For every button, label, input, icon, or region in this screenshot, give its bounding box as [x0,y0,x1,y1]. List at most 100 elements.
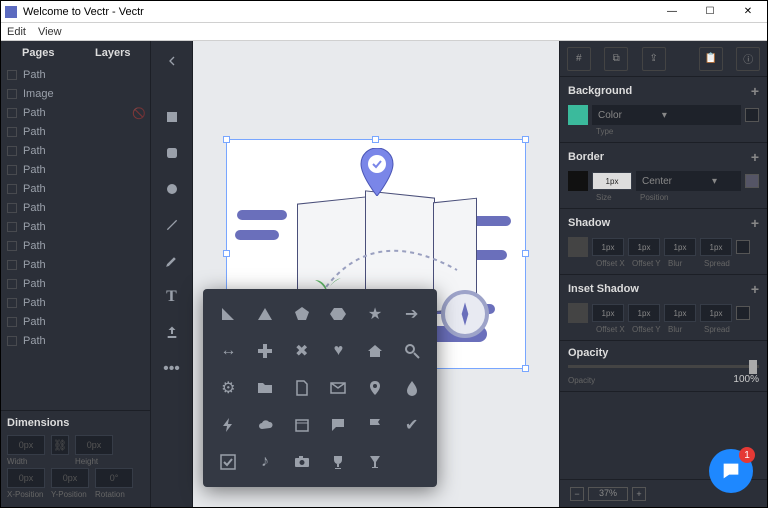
shape-checkbox-icon[interactable] [211,444,246,479]
shape-hexagon-icon[interactable] [321,297,356,332]
shape-music-icon[interactable]: ♪ [248,444,283,479]
maximize-button[interactable]: ☐ [691,1,729,22]
shape-pin-icon[interactable] [358,371,393,406]
shape-calendar-icon[interactable] [284,407,319,442]
shape-x-icon[interactable]: ✖ [284,334,319,369]
shape-trophy-icon[interactable] [321,444,356,479]
layer-item[interactable]: Path [1,179,150,198]
handle-tm[interactable] [372,136,379,143]
inset-ox[interactable]: 1px [592,304,624,322]
chat-button[interactable]: 1 [709,449,753,493]
menu-edit[interactable]: Edit [7,26,26,38]
menu-view[interactable]: View [38,26,62,38]
shadow-enable-check[interactable] [736,240,750,254]
shape-flag-icon[interactable] [358,407,393,442]
layer-item[interactable]: Path [1,255,150,274]
zoom-out-button[interactable]: − [570,487,584,501]
handle-br[interactable] [522,365,529,372]
layer-item[interactable]: Path [1,141,150,160]
layer-item[interactable]: Path [1,274,150,293]
clipboard-tool-icon[interactable]: 📋 [699,47,723,71]
shape-right-triangle-icon[interactable] [211,297,246,332]
height-input[interactable]: 0px [75,435,113,455]
shadow-color-swatch[interactable] [568,237,588,257]
shape-gear-icon[interactable]: ⚙ [211,371,246,406]
handle-tl[interactable] [223,136,230,143]
border-size-input[interactable]: 1px [592,172,632,190]
layer-item[interactable]: Path [1,236,150,255]
add-background-button[interactable]: + [751,83,759,99]
shape-home-icon[interactable] [358,334,393,369]
zoom-in-button[interactable]: + [632,487,646,501]
shape-pentagon-icon[interactable] [284,297,319,332]
ellipse-tool[interactable] [160,177,184,201]
inset-color-swatch[interactable] [568,303,588,323]
export-tool-icon[interactable]: ⇪ [642,47,666,71]
shape-heart-icon[interactable]: ♥ [321,334,356,369]
shape-glass-icon[interactable] [358,444,393,479]
shape-drop-icon[interactable] [394,371,429,406]
layer-item[interactable]: Image [1,84,150,103]
shape-cloud-icon[interactable] [248,407,283,442]
layer-item[interactable]: Path [1,198,150,217]
bg-type-select[interactable]: Color▾ [592,105,741,125]
layer-item[interactable]: Path [1,122,150,141]
text-tool[interactable]: T [160,285,184,309]
shadow-blur[interactable]: 1px [664,238,696,256]
layer-item[interactable]: Path [1,160,150,179]
inset-enable-check[interactable] [736,306,750,320]
border-enable-check[interactable] [745,174,759,188]
shape-arrow-right-icon[interactable]: ➔ [394,297,429,332]
shape-arrows-h-icon[interactable]: ↔ [211,334,246,369]
shadow-spread[interactable]: 1px [700,238,732,256]
back-button[interactable] [160,49,184,73]
shape-star-icon[interactable]: ★ [358,297,393,332]
bg-enable-check[interactable] [745,108,759,122]
add-shadow-button[interactable]: + [751,215,759,231]
border-color-swatch[interactable] [568,171,588,191]
shape-chat-icon[interactable] [321,407,356,442]
snap-tool-icon[interactable]: # [567,47,591,71]
shape-document-icon[interactable] [284,371,319,406]
visibility-off-icon[interactable]: 🚫 [132,107,144,119]
shadow-ox[interactable]: 1px [592,238,624,256]
y-input[interactable]: 0px [51,468,89,488]
handle-mr[interactable] [522,250,529,257]
add-inset-button[interactable]: + [751,281,759,297]
layer-item[interactable]: Path [1,65,150,84]
shape-mail-icon[interactable] [321,371,356,406]
handle-tr[interactable] [522,136,529,143]
minimize-button[interactable]: — [653,1,691,22]
add-border-button[interactable]: + [751,149,759,165]
zoom-value[interactable]: 37% [588,487,628,501]
shape-folder-icon[interactable] [248,371,283,406]
layer-item[interactable]: Path [1,312,150,331]
inset-oy[interactable]: 1px [628,304,660,322]
rounded-rect-tool[interactable] [160,141,184,165]
tab-layers[interactable]: Layers [76,42,151,64]
x-input[interactable]: 0px [7,468,45,488]
pen-tool[interactable] [160,249,184,273]
close-button[interactable]: ✕ [729,1,767,22]
layer-item[interactable]: Path [1,331,150,350]
shadow-oy[interactable]: 1px [628,238,660,256]
shape-triangle-icon[interactable] [248,297,283,332]
layer-item[interactable]: Path [1,217,150,236]
bg-color-swatch[interactable] [568,105,588,125]
copy-tool-icon[interactable]: ⧉ [604,47,628,71]
shape-plus-icon[interactable] [248,334,283,369]
shape-camera-icon[interactable] [284,444,319,479]
shape-bolt-icon[interactable] [211,407,246,442]
opacity-slider[interactable] [568,365,759,368]
more-tool[interactable]: ••• [160,357,184,381]
line-tool[interactable] [160,213,184,237]
rectangle-tool[interactable] [160,105,184,129]
layer-item[interactable]: Path [1,293,150,312]
link-wh-button[interactable]: ⛓ [51,435,69,455]
inset-blur[interactable]: 1px [664,304,696,322]
width-input[interactable]: 0px [7,435,45,455]
inset-spread[interactable]: 1px [700,304,732,322]
upload-tool[interactable] [160,321,184,345]
border-position-select[interactable]: Center▾ [636,171,741,191]
layer-item[interactable]: Path🚫 [1,103,150,122]
